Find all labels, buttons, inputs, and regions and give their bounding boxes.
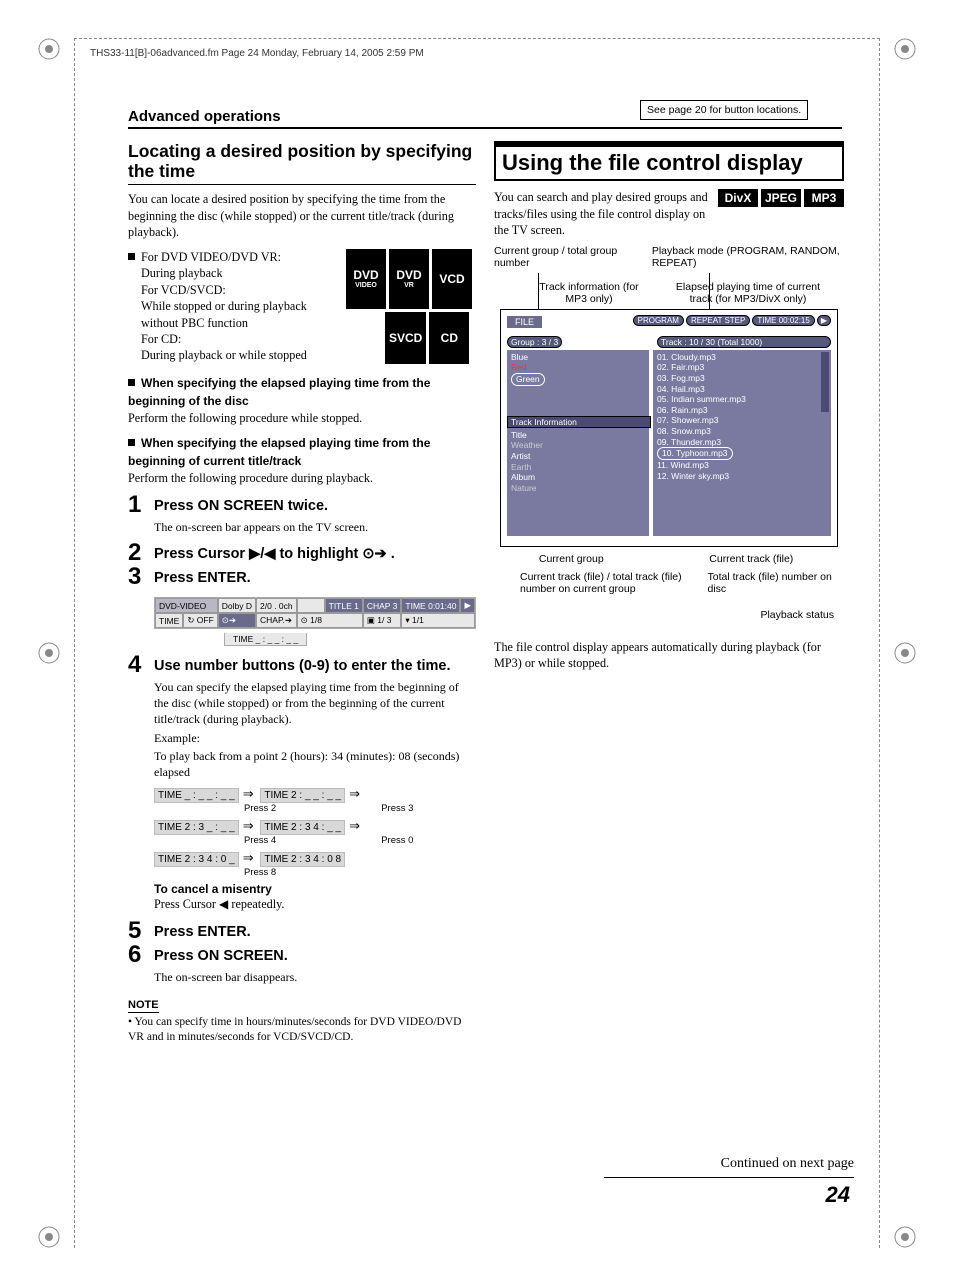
right-heading: Using the file control display <box>494 141 844 181</box>
step-num: 2 <box>128 541 148 565</box>
crop-mark <box>36 1224 62 1250</box>
crop-mark <box>892 36 918 62</box>
sub-body: Perform the following procedure during p… <box>128 470 476 486</box>
badge-jpeg: JPEG <box>761 189 801 207</box>
badge-cd: CD <box>429 312 469 364</box>
group-list: Blue Red Green <box>511 352 545 386</box>
fcd-pills: PROGRAM REPEAT STEP TIME 00:02:15 ▶ <box>633 315 831 326</box>
step-num: 4 <box>128 653 148 677</box>
disc-line: For DVD VIDEO/DVD VR: <box>128 249 338 265</box>
step-body: You can specify the elapsed playing time… <box>154 679 476 728</box>
cancel-title: To cancel a misentry <box>154 882 476 896</box>
section-title: Advanced operations <box>128 108 281 125</box>
crop-mark <box>892 1224 918 1250</box>
osd-bar: DVD-VIDEODolby D2/0 . 0chTITLE 1CHAP 3TI… <box>154 597 476 629</box>
step-title: Press ENTER. <box>154 919 251 940</box>
file-list: 01. Cloudy.mp3 02. Fair.mp3 03. Fog.mp3 … <box>657 352 746 482</box>
format-badges: DivX JPEG MP3 <box>718 189 844 238</box>
annot: Current group <box>494 553 649 565</box>
sub-body: Perform the following procedure while st… <box>128 410 476 426</box>
note-label: NOTE <box>128 999 159 1013</box>
crop-mark <box>892 640 918 666</box>
step-body: To play back from a point 2 (hours): 34 … <box>154 748 476 780</box>
step-num: 1 <box>128 493 148 517</box>
right-outro: The file control display appears automat… <box>494 639 844 672</box>
page-number: 24 <box>826 1182 850 1208</box>
disc-line: While stopped or during playback without… <box>141 298 338 331</box>
annot: Playback mode (PROGRAM, RANDOM, REPEAT) <box>652 245 844 269</box>
example-label: Example: <box>154 730 476 746</box>
annot: Elapsed playing time of current track (f… <box>664 281 832 305</box>
right-intro: You can search and play desired groups a… <box>494 189 712 238</box>
badge-svcd: SVCD <box>385 312 426 364</box>
badge-vcd: VCD <box>432 249 472 309</box>
disc-line: During playback <box>141 265 338 281</box>
annot: Track information (for MP3 only) <box>534 281 644 305</box>
footer-rule <box>604 1177 854 1178</box>
annot: Current track (file) <box>659 553 844 565</box>
play-icon: ▶ <box>817 315 831 326</box>
step-title: Press Cursor ▶/◀ to highlight ⊙➔ . <box>154 541 395 562</box>
continued: Continued on next page <box>721 1156 854 1172</box>
annot: Current track (file) / total track (file… <box>494 571 697 595</box>
step-body: The on-screen bar disappears. <box>154 969 476 985</box>
format-badges: DVDVIDEO DVDVR VCD SVCD CD <box>346 249 476 364</box>
left-intro: You can locate a desired position by spe… <box>128 191 476 240</box>
crop-mark <box>36 640 62 666</box>
step-body: The on-screen bar appears on the TV scre… <box>154 519 476 535</box>
note-body: • You can specify time in hours/minutes/… <box>128 1015 476 1046</box>
badge-dvd-vr: DVDVR <box>389 249 429 309</box>
disc-line: For CD: <box>141 331 338 347</box>
cancel-body: Press Cursor ◀ repeatedly. <box>154 896 476 912</box>
fcd-track: Track : 10 / 30 (Total 1000) <box>657 336 831 348</box>
fcd-header: FILE <box>507 316 542 328</box>
step-title: Use number buttons (0-9) to enter the ti… <box>154 653 450 674</box>
crop-mark <box>36 36 62 62</box>
track-info: TitleWeather ArtistEarth AlbumNature <box>511 430 543 494</box>
annot: Current group / total group number <box>494 245 642 269</box>
scrollbar-thumb <box>821 352 829 412</box>
step-title: Press ON SCREEN. <box>154 943 288 964</box>
time-sequence: TIME _ : _ _ : _ _⇒ TIME 2 : _ _ : _ _⇒ … <box>154 786 476 878</box>
sub-heading: When specifying the elapsed playing time… <box>128 376 430 408</box>
step-title: Press ENTER. <box>154 565 251 586</box>
step-num: 5 <box>128 919 148 943</box>
step-num: 3 <box>128 565 148 589</box>
sub-heading: When specifying the elapsed playing time… <box>128 436 430 468</box>
left-heading: Locating a desired position by specifyin… <box>128 141 476 185</box>
osd-time-field: TIME _ : _ _ : _ _ <box>224 633 307 646</box>
file-control-display: FILE PROGRAM REPEAT STEP TIME 00:02:15 ▶… <box>500 309 838 547</box>
step-num: 6 <box>128 943 148 967</box>
badge-divx: DivX <box>718 189 758 207</box>
disc-line: During playback or while stopped <box>141 347 338 363</box>
badge-mp3: MP3 <box>804 189 844 207</box>
fcd-group: Group : 3 / 3 <box>507 336 562 348</box>
step-title: Press ON SCREEN twice. <box>154 493 328 514</box>
page-ref: See page 20 for button locations. <box>640 100 808 120</box>
track-info-header: Track Information <box>507 416 651 428</box>
badge-dvd-video: DVDVIDEO <box>346 249 386 309</box>
disc-line: For VCD/SVCD: <box>141 282 338 298</box>
annot: Total track (file) number on disc <box>707 571 844 595</box>
section-rule <box>128 127 842 129</box>
annot: Playback status <box>494 609 844 621</box>
